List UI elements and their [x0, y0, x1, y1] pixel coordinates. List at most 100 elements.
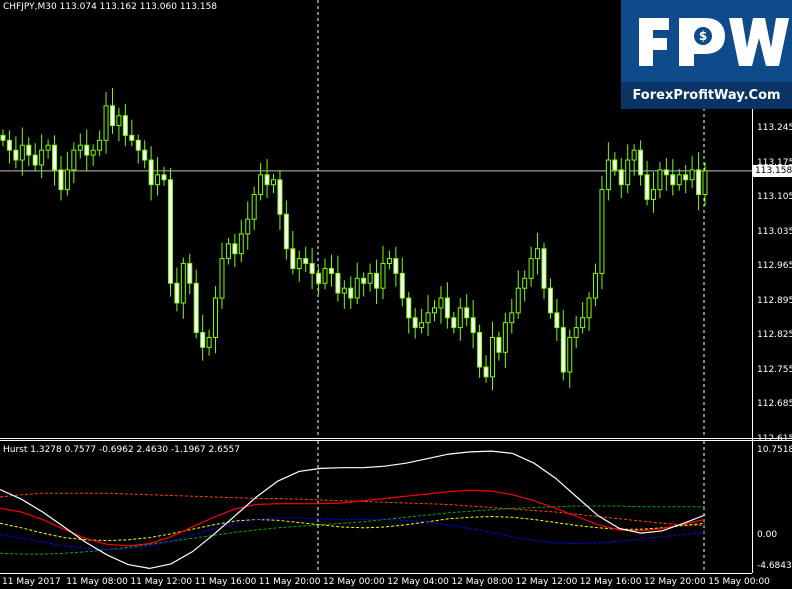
pane-separator[interactable] — [0, 438, 792, 439]
candle — [502, 312, 508, 369]
indicator-tick-label: -4.6843 — [757, 561, 792, 571]
bear-candle-body — [277, 179, 283, 215]
candle — [71, 142, 77, 184]
candle — [560, 309, 566, 381]
bear-candle-body — [399, 272, 405, 299]
bear-candle-body — [374, 272, 380, 289]
candle — [290, 231, 296, 275]
bear-candle-body — [309, 263, 315, 274]
time-axis[interactable]: 11 May 2017 11 May 08:00 11 May 12:00 11 Ma… — [0, 573, 792, 589]
candle — [335, 255, 341, 302]
time-tick-label: 12 May 16:00 — [579, 577, 642, 587]
bear-candle-body — [560, 327, 566, 373]
bull-candle-body — [502, 322, 508, 353]
fpw-logo-subtitle: ForexProfitWay.Com — [621, 82, 792, 109]
time-tick-label: 11 May 16:00 — [194, 577, 257, 587]
price-tick-label: 112.965 — [757, 261, 792, 271]
candle — [0, 129, 6, 147]
bull-candle-body — [586, 297, 592, 319]
candle — [573, 315, 579, 349]
bull-candle-body — [180, 263, 186, 304]
bear-candle-body — [303, 258, 309, 265]
candle — [316, 267, 322, 295]
bear-candle-body — [316, 272, 322, 284]
bear-candle-body — [412, 317, 418, 329]
bear-candle-body — [26, 144, 32, 156]
bull-candle-body — [270, 179, 276, 186]
bear-candle-body — [644, 174, 650, 200]
chart-window[interactable]: CHFJPY,M30 113.074 113.162 113.060 113.1… — [0, 0, 792, 589]
candle — [605, 142, 611, 201]
candle — [77, 133, 83, 159]
bull-candle-body — [432, 307, 438, 314]
bull-candle-body — [296, 258, 302, 269]
price-tick-label: 113.245 — [757, 123, 792, 133]
candle — [116, 107, 122, 142]
candle — [232, 233, 238, 267]
bull-candle-body — [650, 189, 656, 200]
bull-candle-body — [438, 297, 444, 309]
hurst-indicator-pane[interactable] — [0, 441, 752, 573]
candle — [245, 201, 251, 250]
bear-candle-body — [444, 297, 450, 319]
candle — [213, 286, 219, 354]
candle — [612, 152, 618, 176]
bear-candle-body — [496, 336, 502, 353]
time-tick-label: 11 May 08:00 — [66, 577, 128, 587]
bear-candle-body — [541, 248, 547, 289]
candle — [464, 294, 470, 327]
bear-candle-body — [683, 174, 689, 181]
bear-candle-body — [361, 277, 367, 284]
bull-candle-body — [419, 322, 425, 329]
candle — [122, 103, 128, 147]
candle — [580, 301, 586, 334]
candle — [638, 140, 644, 186]
bull-candle-body — [341, 287, 347, 294]
bull-candle-body — [509, 312, 515, 324]
candle — [451, 311, 457, 334]
bull-candle-body — [425, 312, 431, 324]
candle — [135, 134, 141, 164]
candle — [341, 280, 347, 309]
candle — [277, 169, 283, 231]
candle — [567, 329, 573, 388]
candle — [251, 186, 257, 231]
candle — [470, 300, 476, 349]
bear-candle-body — [618, 169, 624, 186]
indicator-axis[interactable]: 10.7518 0.00 -4.6843 — [753, 441, 792, 573]
hurst-green-line — [0, 505, 705, 555]
bull-candle-body — [593, 272, 599, 299]
candle — [187, 253, 193, 295]
candle — [438, 286, 444, 324]
candle — [412, 307, 418, 339]
bear-candle-body — [142, 149, 148, 161]
bull-candle-body — [386, 258, 392, 265]
fpw-logo: $ ForexProfitWay.Com — [621, 0, 792, 109]
bull-candle-body — [489, 336, 495, 378]
candle — [200, 314, 206, 361]
candle — [225, 237, 231, 265]
bull-candle-body — [354, 277, 360, 299]
candle — [129, 119, 135, 147]
bear-candle-body — [696, 169, 702, 196]
bull-candle-body — [116, 115, 122, 127]
indicator-tick-label: 0.00 — [757, 530, 778, 540]
candle — [380, 245, 386, 300]
hurst-indicator-chart[interactable] — [0, 441, 752, 573]
bear-candle-body — [32, 154, 38, 166]
hurst-yellow-line — [0, 515, 706, 542]
bear-candle-body — [348, 287, 354, 299]
candle — [489, 321, 495, 391]
candle — [180, 257, 186, 319]
bear-candle-body — [470, 317, 476, 334]
bull-candle-body — [258, 174, 264, 196]
bear-candle-body — [464, 307, 470, 319]
candle — [535, 232, 541, 275]
bull-candle-body — [213, 297, 219, 338]
bull-candle-body — [631, 149, 637, 161]
bear-candle-body — [554, 312, 560, 329]
bull-candle-body — [155, 174, 161, 186]
candle — [64, 152, 70, 196]
candle — [663, 158, 669, 191]
bull-candle-body — [77, 144, 83, 151]
